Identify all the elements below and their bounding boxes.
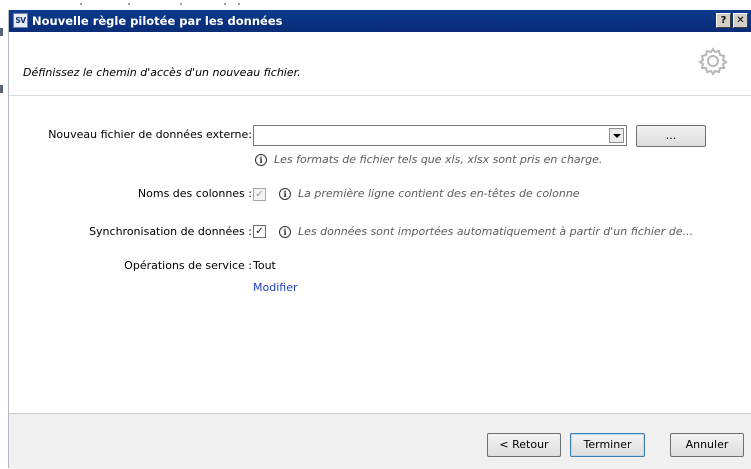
artifact-dot — [180, 3, 182, 5]
artifact-bar — [0, 85, 3, 93]
data-sync-hint: Les données sont importées automatiqueme… — [298, 225, 693, 238]
title-bar[interactable]: SV Nouvelle règle pilotée par les donnée… — [9, 10, 751, 32]
data-sync-checkbox[interactable]: ✓ — [253, 225, 266, 238]
info-icon: i — [255, 154, 267, 166]
artifact-dot — [80, 3, 82, 5]
artifact-bar — [0, 28, 3, 36]
service-operations-value: Tout — [253, 259, 276, 272]
data-sync-label: Synchronisation de données : — [89, 225, 252, 238]
finish-button[interactable]: Terminer — [570, 433, 645, 457]
column-names-hint: La première ligne contient des en-têtes … — [298, 187, 580, 200]
service-operations-label: Opérations de service : — [124, 259, 252, 272]
header-divider — [9, 95, 751, 96]
artifact-dot — [238, 3, 240, 5]
artifact-dot — [224, 3, 226, 5]
close-button[interactable]: ✕ — [733, 13, 748, 28]
modify-link[interactable]: Modifier — [253, 281, 297, 294]
app-icon: SV — [13, 13, 28, 28]
column-names-label: Noms des colonnes : — [137, 187, 252, 200]
info-icon: i — [279, 226, 291, 238]
dialog-window: SV Nouvelle règle pilotée par les donnée… — [8, 10, 751, 469]
window-title: Nouvelle règle pilotée par les données — [32, 14, 283, 28]
wizard-footer: < Retour Terminer Annuler — [9, 413, 751, 469]
header-description: Définissez le chemin d'accès d'un nouvea… — [23, 66, 301, 79]
column-names-checkbox[interactable]: ✓ — [253, 188, 266, 201]
browse-button[interactable]: ... — [636, 125, 706, 147]
info-icon: i — [279, 188, 291, 200]
back-button[interactable]: < Retour — [487, 433, 561, 457]
artifact-dot — [128, 3, 130, 5]
cancel-button[interactable]: Annuler — [670, 433, 744, 457]
background-strip — [0, 0, 751, 93]
external-file-combobox[interactable] — [253, 125, 627, 146]
wizard-header: Définissez le chemin d'accès d'un nouvea… — [9, 32, 751, 95]
gear-icon — [698, 47, 728, 76]
chevron-down-icon[interactable] — [609, 128, 624, 143]
file-format-hint: Les formats de fichier tels que xls, xls… — [274, 153, 603, 166]
help-button[interactable]: ? — [716, 13, 731, 28]
external-file-label: Nouveau fichier de données externe: — [48, 128, 252, 141]
